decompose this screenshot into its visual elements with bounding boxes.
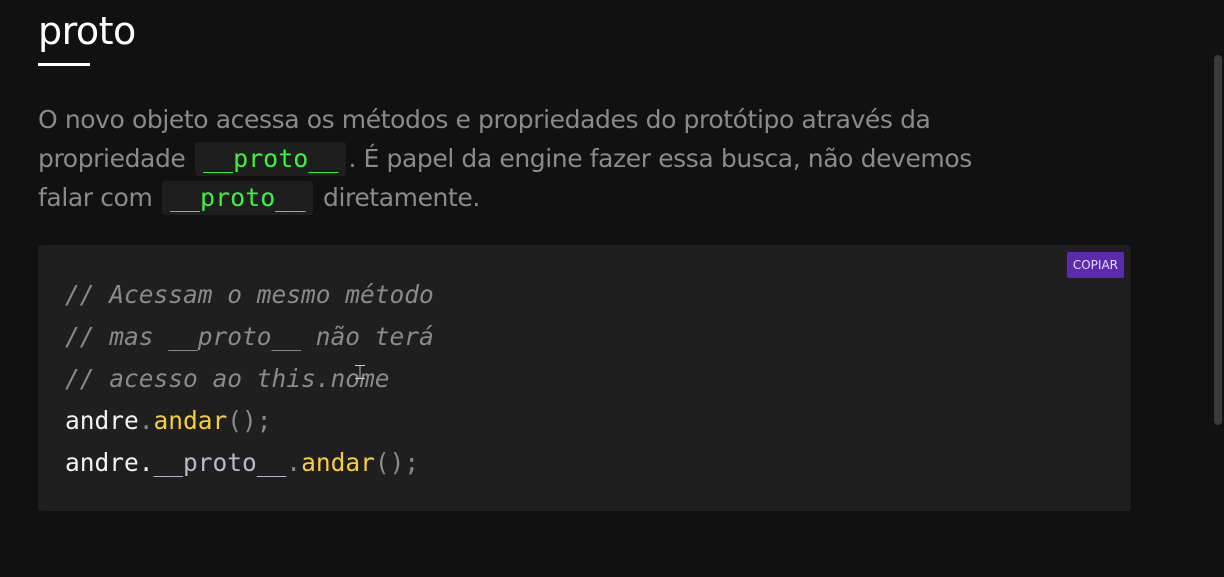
code-punctuation: ();: [227, 406, 272, 435]
code-comment: // acesso ao this.nome: [65, 364, 390, 393]
code-block: COPIAR // Acessam o mesmo método // mas _…: [38, 245, 1131, 511]
scrollbar[interactable]: [1212, 0, 1224, 577]
code-line-4: andre.andar();: [65, 400, 434, 442]
code-method: andar: [301, 448, 375, 477]
description-paragraph: O novo objeto acessa os métodos e propri…: [38, 100, 998, 217]
copy-button[interactable]: COPIAR: [1066, 252, 1124, 278]
scrollbar-thumb[interactable]: [1214, 55, 1222, 425]
code-method: andar: [153, 406, 228, 435]
code-comment: // mas __proto__ não terá: [65, 322, 434, 351]
code-punctuation: .: [138, 448, 154, 477]
code-identifier: andre: [65, 448, 139, 477]
text-cursor-icon: ⌶: [354, 360, 366, 384]
page: proto O novo objeto acessa os métodos e …: [0, 0, 1224, 577]
inline-code-proto-2: __proto__: [161, 181, 314, 215]
code-line-5: andre.__proto__.andar();: [65, 442, 434, 484]
code-comment: // Acessam o mesmo método: [65, 280, 434, 309]
code-punctuation: .: [138, 406, 154, 435]
paragraph-text-3: diretamente.: [315, 183, 480, 212]
code-identifier: andre: [65, 406, 139, 435]
section-title: proto: [38, 9, 136, 53]
inline-code-proto: __proto__: [194, 142, 347, 176]
code-line-3: // acesso ao this.nome: [65, 358, 434, 400]
title-underline: [38, 63, 90, 66]
code-line-2: // mas __proto__ não terá: [65, 316, 434, 358]
code-line-1: // Acessam o mesmo método: [65, 274, 434, 316]
code-punctuation: .: [286, 448, 302, 477]
code-punctuation: ();: [374, 448, 420, 477]
code-content: // Acessam o mesmo método // mas __proto_…: [65, 274, 434, 484]
code-proto-property: __proto__: [153, 448, 287, 477]
